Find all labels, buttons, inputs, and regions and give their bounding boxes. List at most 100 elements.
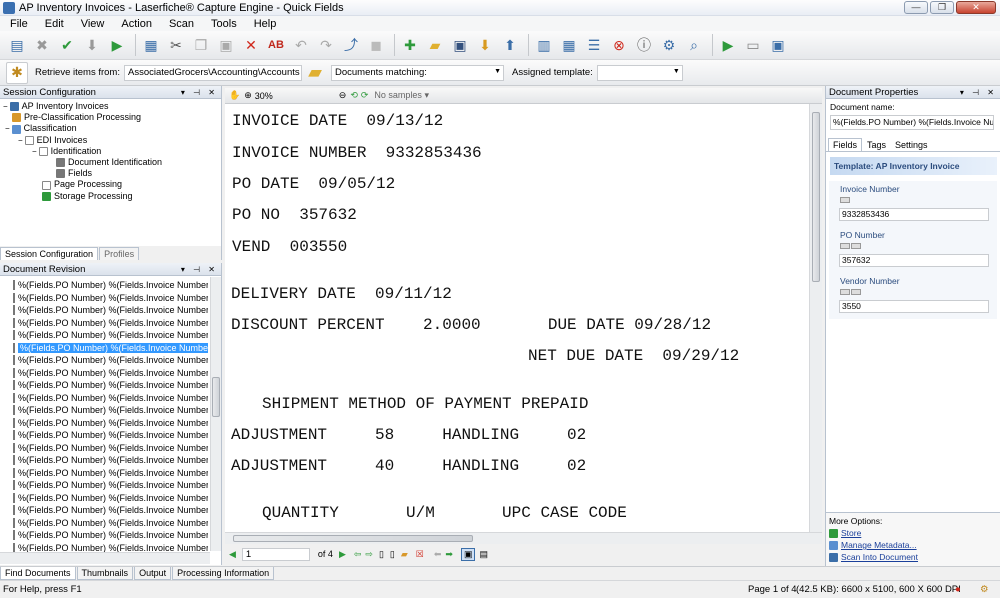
list-item[interactable]: %(Fields.PO Number) %(Fields.Invoice Num…: [0, 467, 208, 480]
list-item[interactable]: %(Fields.PO Number) %(Fields.Invoice Num…: [0, 454, 208, 467]
list-item[interactable]: %(Fields.PO Number) %(Fields.Invoice Num…: [0, 304, 208, 317]
panel-pin-icon[interactable]: ▾ ⊣ ✕: [960, 86, 997, 99]
list-item[interactable]: %(Fields.PO Number) %(Fields.Invoice Num…: [0, 292, 208, 305]
list-item[interactable]: %(Fields.PO Number) %(Fields.Invoice Num…: [0, 392, 208, 405]
tab-find-documents[interactable]: Find Documents: [0, 567, 76, 580]
list-item[interactable]: %(Fields.PO Number) %(Fields.Invoice Num…: [0, 367, 208, 380]
panel-pin-icon[interactable]: ▾ ⊣ ✕: [181, 263, 218, 276]
list-item[interactable]: %(Fields.PO Number) %(Fields.Invoice Num…: [0, 279, 208, 292]
viewer-vscrollbar[interactable]: [809, 104, 822, 532]
list-item[interactable]: %(Fields.PO Number) %(Fields.Invoice Num…: [0, 429, 208, 442]
tree-item[interactable]: − AP Inventory Invoices: [0, 101, 221, 112]
chart-icon[interactable]: ▥: [533, 34, 555, 56]
scrollbar-thumb[interactable]: [212, 377, 220, 417]
rename-icon[interactable]: AB: [265, 34, 287, 56]
field-options-icon[interactable]: [840, 243, 850, 249]
template-dropdown[interactable]: ▼: [596, 64, 683, 81]
page-number-input[interactable]: 1: [241, 547, 310, 561]
disabled-icon[interactable]: ◼: [365, 34, 387, 56]
menu-help[interactable]: Help: [244, 18, 284, 30]
list-item[interactable]: %(Fields.PO Number) %(Fields.Invoice Num…: [0, 529, 208, 542]
new-document-icon[interactable]: ✚: [399, 34, 421, 56]
list-item[interactable]: %(Fields.PO Number) %(Fields.Invoice Num…: [0, 342, 208, 355]
field-options-icon[interactable]: [840, 289, 850, 295]
list-item[interactable]: %(Fields.PO Number) %(Fields.Invoice Num…: [0, 504, 208, 517]
folder-icon[interactable]: ▰: [401, 549, 408, 560]
list-item[interactable]: %(Fields.PO Number) %(Fields.Invoice Num…: [0, 517, 208, 530]
field-options-icon[interactable]: [840, 197, 850, 203]
list-item[interactable]: %(Fields.PO Number) %(Fields.Invoice Num…: [0, 492, 208, 505]
tree-item[interactable]: Storage Processing: [0, 191, 221, 202]
window-icon[interactable]: ▭: [742, 34, 764, 56]
store-link[interactable]: Store: [841, 528, 861, 538]
forward-icon[interactable]: ➡: [445, 549, 453, 560]
tab-tags[interactable]: Tags: [863, 139, 890, 151]
vendor-number-input[interactable]: 3550: [839, 300, 989, 313]
delete-icon[interactable]: ✕: [240, 34, 262, 56]
manage-metadata-link[interactable]: Manage Metadata...: [841, 540, 917, 550]
zoom-out-icon[interactable]: ⊖: [339, 90, 347, 101]
scrollbar-thumb[interactable]: [812, 112, 820, 282]
invoice-number-input[interactable]: 9332853436: [839, 208, 989, 221]
cut-icon[interactable]: ✂: [165, 34, 187, 56]
tree-item[interactable]: Pre-Classification Processing: [0, 112, 221, 123]
run-icon[interactable]: ▶: [106, 34, 128, 56]
maximize-button[interactable]: ❐: [930, 1, 954, 14]
menu-tools[interactable]: Tools: [201, 18, 244, 30]
tree-item[interactable]: Document Identification: [0, 157, 221, 168]
insert-page-icon[interactable]: ▯: [390, 549, 395, 560]
close-button[interactable]: ✕: [956, 1, 996, 14]
panel-pin-icon[interactable]: ▾ ⊣ ✕: [181, 86, 218, 99]
tab-thumbnails[interactable]: Thumbnails: [76, 567, 134, 580]
new-page-icon[interactable]: ▯: [379, 549, 384, 560]
zoom-icon[interactable]: ⊕: [244, 90, 252, 101]
scan-into-document-link[interactable]: Scan Into Document: [841, 552, 918, 562]
list-item[interactable]: %(Fields.PO Number) %(Fields.Invoice Num…: [0, 404, 208, 417]
paste-icon[interactable]: ▣: [215, 34, 237, 56]
tab-processing-information[interactable]: Processing Information: [172, 567, 275, 580]
viewer-hscrollbar[interactable]: [225, 532, 822, 544]
single-page-view-icon[interactable]: ▣: [460, 547, 476, 561]
po-number-input[interactable]: 357632: [839, 254, 989, 267]
minimize-button[interactable]: —: [904, 1, 928, 14]
menu-scan[interactable]: Scan: [159, 18, 201, 30]
search-icon[interactable]: ⌕: [683, 34, 705, 56]
thumbnail-view-icon[interactable]: ▤: [479, 549, 488, 560]
first-page-icon[interactable]: ⇦: [354, 549, 362, 560]
menu-view[interactable]: View: [71, 18, 112, 30]
list-item[interactable]: %(Fields.PO Number) %(Fields.Invoice Num…: [0, 442, 208, 455]
field-remove-icon[interactable]: [851, 289, 861, 295]
open-folder-icon[interactable]: ▰: [424, 34, 446, 56]
field-remove-icon[interactable]: [851, 243, 861, 249]
tree-item[interactable]: − EDI Invoices: [0, 135, 221, 146]
menu-action[interactable]: Action: [111, 18, 159, 30]
download-icon[interactable]: ⬇: [474, 34, 496, 56]
grid-icon[interactable]: ▦: [558, 34, 580, 56]
tab-profiles[interactable]: Profiles: [99, 247, 140, 260]
prev-page-icon[interactable]: ◀: [229, 549, 236, 560]
store-icon[interactable]: ⤴: [340, 34, 362, 56]
undo-icon[interactable]: ↶: [290, 34, 312, 56]
menu-file[interactable]: File: [0, 18, 35, 30]
list-item[interactable]: %(Fields.PO Number) %(Fields.Invoice Num…: [0, 417, 208, 430]
play-icon[interactable]: ▶: [717, 34, 739, 56]
settings-icon[interactable]: ⚙: [658, 34, 680, 56]
samples-dropdown[interactable]: No samples ▾: [374, 90, 429, 101]
list-icon[interactable]: ☰: [583, 34, 605, 56]
document-image[interactable]: INVOICE DATE 09/13/12 INVOICE NUMBER 9332…: [225, 104, 809, 532]
retrieve-settings-icon[interactable]: ✱: [6, 61, 28, 84]
scan-icon[interactable]: ▦: [140, 34, 162, 56]
rotate-left-icon[interactable]: ⟲: [350, 90, 358, 101]
cancel-icon[interactable]: ✖: [31, 34, 53, 56]
next-page-icon[interactable]: ▶: [339, 549, 346, 560]
print-icon[interactable]: ▤: [6, 34, 28, 56]
back-icon[interactable]: ⬅: [434, 549, 442, 560]
list-item[interactable]: %(Fields.PO Number) %(Fields.Invoice Num…: [0, 479, 208, 492]
tab-fields[interactable]: Fields: [828, 138, 863, 151]
scrollbar-thumb[interactable]: [233, 535, 473, 542]
zoom-level[interactable]: 30%: [255, 91, 335, 101]
tab-output[interactable]: Output: [134, 567, 172, 580]
save-icon[interactable]: ▣: [449, 34, 471, 56]
last-page-icon[interactable]: ⇨: [365, 549, 373, 560]
redo-icon[interactable]: ↷: [315, 34, 337, 56]
